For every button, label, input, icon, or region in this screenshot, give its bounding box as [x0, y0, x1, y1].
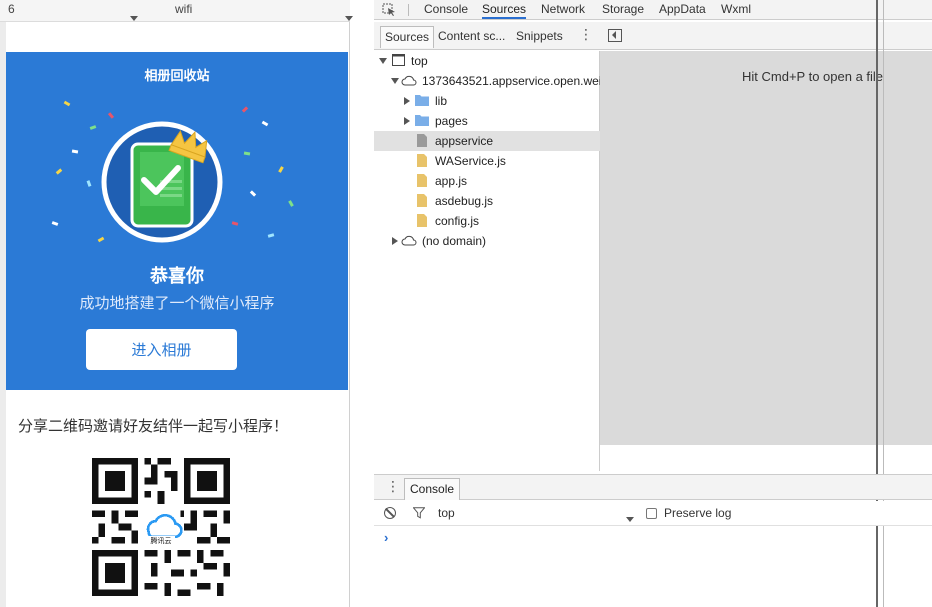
folder-icon	[415, 95, 429, 106]
context-dropdown-chevron-icon[interactable]	[626, 511, 634, 525]
tab-separator	[408, 4, 409, 16]
tab-network[interactable]: Network	[541, 0, 585, 19]
frame-icon	[392, 54, 405, 66]
tree-item-label: lib	[435, 94, 448, 108]
confetti-icon	[261, 120, 269, 127]
tree-item-app-js[interactable]: app.js	[374, 171, 600, 191]
js-file-icon	[417, 174, 427, 187]
enter-album-button[interactable]: 进入相册	[86, 329, 237, 370]
confetti-icon	[231, 221, 239, 226]
js-file-icon	[417, 154, 427, 167]
collapse-triangle-icon[interactable]	[404, 97, 410, 105]
navigator-tab-sources[interactable]: Sources	[380, 26, 435, 48]
share-text: 分享二维码邀请好友结伴一起写小程序！	[18, 418, 289, 435]
tree-item-top[interactable]: top	[374, 51, 600, 71]
tree-item-label: pages	[435, 114, 468, 128]
console-prompt[interactable]: ›	[384, 530, 388, 545]
clear-console-icon[interactable]	[384, 507, 396, 519]
simulator-panel: 6 wifi 相册回收站 恭喜你 成功地搭建了一个微信小程序 进入相册 分享二维…	[0, 0, 353, 607]
folder-icon	[415, 115, 429, 126]
expand-triangle-icon[interactable]	[391, 78, 399, 84]
tab-sources[interactable]: Sources	[482, 0, 527, 19]
qr-logo-label: 腾讯云	[147, 536, 175, 546]
tree-item-waservice-js[interactable]: WAService.js	[374, 151, 600, 171]
tree-item-label: appservice	[435, 134, 494, 148]
tree-item-label: WAService.js	[435, 154, 506, 168]
tab-wxml[interactable]: Wxml	[721, 0, 751, 19]
confetti-icon	[89, 125, 97, 130]
navigator-tab-content-scripts[interactable]: Content sc...	[434, 26, 509, 48]
qr-code-image	[92, 458, 230, 596]
tree-item-lib[interactable]: lib	[374, 91, 600, 111]
network-dropdown-chevron-icon[interactable]	[345, 8, 353, 28]
screen: 6 wifi 相册回收站 恭喜你 成功地搭建了一个微信小程序 进入相册 分享二维…	[0, 0, 932, 607]
file-icon	[417, 134, 427, 147]
tree-item-label: asdebug.js	[435, 194, 494, 208]
welcome-banner: 相册回收站 恭喜你 成功地搭建了一个微信小程序 进入相册	[6, 52, 348, 390]
collapse-triangle-icon[interactable]	[404, 117, 410, 125]
confetti-icon	[51, 221, 59, 226]
confetti-icon	[249, 190, 257, 197]
navigator-more-icon[interactable]: ⋮	[579, 27, 593, 43]
confetti-icon	[107, 112, 115, 119]
tree-item-appservice[interactable]: appservice	[374, 131, 600, 151]
tree-item-asdebug-js[interactable]: asdebug.js	[374, 191, 600, 211]
success-subtitle: 成功地搭建了一个微信小程序	[79, 295, 275, 312]
tree-item-label: (no domain)	[422, 234, 487, 248]
tree-item-label: 1373643521.appservice.open.wei	[422, 74, 600, 88]
confetti-icon	[243, 151, 251, 156]
device-dropdown-chevron-icon[interactable]	[130, 8, 138, 28]
inspect-element-icon[interactable]	[382, 3, 396, 16]
js-file-icon	[417, 194, 427, 207]
tree-item-config-js[interactable]: config.js	[374, 211, 600, 231]
confetti-icon	[288, 200, 294, 207]
tab-storage[interactable]: Storage	[602, 0, 644, 19]
preserve-log-checkbox[interactable]	[646, 508, 657, 519]
navigator-tab-bar: Sources Content sc... Snippets ⋮	[374, 22, 600, 50]
tree-item-appservice-domain[interactable]: 1373643521.appservice.open.wei	[374, 71, 600, 91]
toggle-navigator-icon[interactable]	[608, 29, 622, 42]
navigator-tab-snippets[interactable]: Snippets	[512, 26, 567, 48]
confetti-icon	[278, 166, 284, 173]
confetti-icon	[86, 180, 92, 187]
tree-item-no-domain[interactable]: (no domain)	[374, 231, 600, 251]
preserve-log-label: Preserve log	[664, 506, 732, 520]
context-selector[interactable]: top	[438, 501, 455, 526]
network-value[interactable]: wifi	[175, 0, 192, 20]
js-file-icon	[417, 214, 427, 227]
file-tree: top 1373643521.appservice.open.wei lib p…	[374, 51, 600, 522]
tree-item-label: config.js	[435, 214, 480, 228]
tree-item-pages[interactable]: pages	[374, 111, 600, 131]
tree-item-label: top	[411, 54, 428, 68]
console-toolbar: top Preserve log	[374, 501, 932, 526]
confetti-icon	[55, 168, 63, 175]
drawer-tab-console[interactable]: Console	[404, 478, 461, 500]
tree-item-label: app.js	[435, 174, 468, 188]
collapse-triangle-icon[interactable]	[392, 237, 398, 245]
banner-title: 相册回收站	[144, 68, 210, 83]
device-value[interactable]: 6	[8, 0, 15, 20]
open-file-hint: Hit Cmd+P to open a file	[742, 69, 884, 84]
expand-triangle-icon[interactable]	[379, 58, 387, 64]
confetti-icon	[71, 149, 79, 154]
drawer-more-icon[interactable]: ⋮	[386, 479, 400, 495]
devtools-tab-bar: Console Sources Network Storage AppData …	[374, 0, 932, 20]
cloud-icon	[401, 75, 417, 86]
success-heading: 恭喜你	[150, 266, 204, 286]
tab-appdata[interactable]: AppData	[659, 0, 706, 19]
simulator-toolbar: 6 wifi	[0, 0, 353, 22]
filter-icon[interactable]	[413, 507, 425, 519]
tab-console[interactable]: Console	[424, 0, 468, 19]
devtools-panel: Console Sources Network Storage AppData …	[374, 0, 932, 607]
phone-success-illustration-icon	[101, 121, 223, 243]
confetti-icon	[63, 100, 71, 107]
confetti-icon	[267, 233, 275, 238]
drawer-tab-bar: ⋮ Console	[374, 474, 932, 500]
cloud-icon	[401, 235, 417, 246]
confetti-icon	[241, 106, 249, 113]
